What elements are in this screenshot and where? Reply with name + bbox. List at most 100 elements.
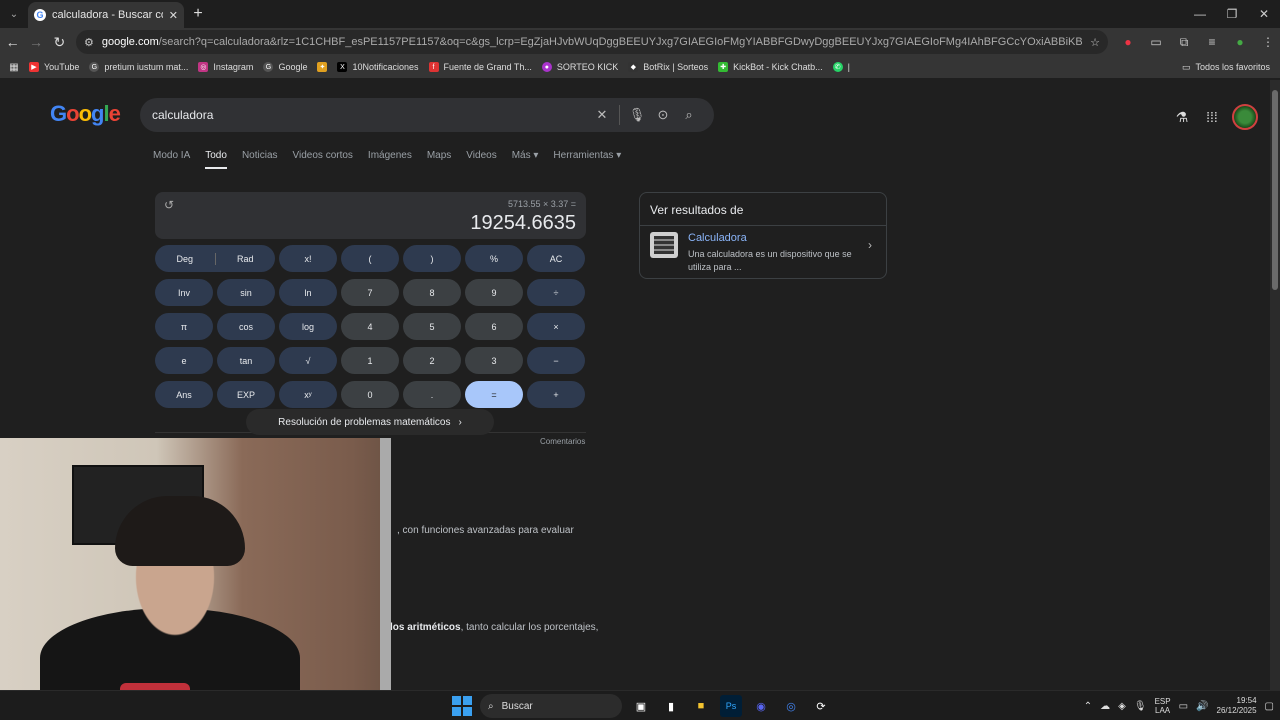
menu-icon[interactable]: ⋮ — [1256, 30, 1280, 54]
notification-icon[interactable]: ▢ — [1265, 701, 1274, 712]
search-input[interactable]: calculadora — [152, 108, 589, 122]
math-help-button[interactable]: Resolución de problemas matemáticos › — [246, 409, 494, 435]
bookmark-unnamed[interactable]: ✦ — [312, 62, 332, 72]
google-logo[interactable]: Google — [50, 101, 121, 127]
log-button[interactable]: log — [279, 313, 337, 340]
tab-noticias[interactable]: Noticias — [242, 150, 278, 169]
volume-icon[interactable]: 🔊 — [1196, 701, 1208, 712]
app-icon[interactable]: ▮ — [660, 695, 682, 717]
digit-3-button[interactable]: 3 — [465, 347, 523, 374]
chrome-icon[interactable]: ◎ — [780, 695, 802, 717]
url-text[interactable]: google.com/search?q=calculadora&rlz=1C1C… — [102, 36, 1082, 48]
add-button[interactable]: + — [527, 381, 585, 408]
rad-button[interactable]: Rad — [216, 254, 276, 264]
bookmark-whatsapp[interactable]: ✆ | — [828, 62, 855, 72]
ans-button[interactable]: Ans — [155, 381, 213, 408]
windows-start-icon[interactable] — [452, 696, 472, 716]
reload-icon[interactable]: ↻ — [49, 30, 70, 54]
open-paren-button[interactable]: ( — [341, 245, 399, 272]
back-icon[interactable]: ← — [2, 30, 23, 54]
clear-icon[interactable]: ✕ — [589, 107, 615, 123]
digit-4-button[interactable]: 4 — [341, 313, 399, 340]
deg-rad-toggle[interactable]: Deg Rad — [155, 245, 275, 272]
tab-imagenes[interactable]: Imágenes — [368, 150, 412, 169]
history-icon[interactable]: ↺ — [164, 198, 174, 212]
sqrt-button[interactable]: √ — [279, 347, 337, 374]
apps-grid-icon[interactable]: ⁞⁞⁞ — [1202, 109, 1222, 125]
tab-maps[interactable]: Maps — [427, 150, 451, 169]
microphone-icon[interactable]: 🎙 — [624, 107, 650, 123]
digit-7-button[interactable]: 7 — [341, 279, 399, 306]
search-box[interactable]: calculadora ✕ 🎙 ⊙ ⌕ — [140, 98, 714, 132]
discord-icon[interactable]: ◉ — [750, 695, 772, 717]
bookmark-star-icon[interactable]: ☆ — [1090, 36, 1100, 49]
minimize-icon[interactable]: — — [1184, 0, 1216, 28]
address-bar[interactable]: ⚙ google.com/search?q=calculadora&rlz=1C… — [75, 30, 1108, 54]
pi-button[interactable]: π — [155, 313, 213, 340]
chevron-up-icon[interactable]: ⌃ — [1084, 701, 1092, 712]
all-bookmarks[interactable]: ▭ Todos los favoritos — [1182, 56, 1270, 78]
search-icon[interactable]: ⌕ — [676, 107, 702, 123]
bookmark-sorteo-kick[interactable]: ● SORTEO KICK — [537, 62, 623, 72]
tray-app-icon[interactable]: ◈ — [1118, 701, 1126, 712]
avatar[interactable] — [1232, 104, 1258, 130]
tab-herramientas[interactable]: Herramientas ▾ — [553, 150, 621, 169]
language-indicator[interactable]: ESP LAA — [1155, 697, 1171, 715]
puzzle-icon[interactable]: ⧉ — [1172, 30, 1196, 54]
tab-search-icon[interactable]: ⌄ — [0, 0, 28, 28]
task-view-icon[interactable]: ▣ — [630, 695, 652, 717]
sin-button[interactable]: sin — [217, 279, 275, 306]
tab-modo-ia[interactable]: Modo IA — [153, 150, 190, 169]
equals-button[interactable]: = — [465, 381, 523, 408]
bookmark-kickbot[interactable]: ✚ KickBot - Kick Chatb... — [713, 62, 828, 72]
apps-icon[interactable]: ▦ — [4, 62, 24, 73]
restore-icon[interactable]: ❐ — [1216, 0, 1248, 28]
app-icon[interactable]: ⟳ — [810, 695, 832, 717]
new-tab-button[interactable]: + — [184, 5, 212, 23]
power-button[interactable]: xʸ — [279, 381, 337, 408]
bookmark-youtube[interactable]: ▶ YouTube — [24, 62, 84, 72]
labs-icon[interactable]: ⚗ — [1172, 109, 1192, 126]
bookmark-x[interactable]: X 10Notificaciones — [332, 62, 423, 72]
photoshop-icon[interactable]: Ps — [720, 695, 742, 717]
tab-videos[interactable]: Videos — [466, 150, 496, 169]
lens-icon[interactable]: ⊙ — [650, 107, 676, 123]
extension-icon[interactable]: ● — [1116, 30, 1140, 54]
ln-button[interactable]: ln — [279, 279, 337, 306]
inv-button[interactable]: Inv — [155, 279, 213, 306]
tab-mas[interactable]: Más ▾ — [512, 150, 539, 169]
profile-icon[interactable]: ● — [1228, 30, 1252, 54]
subtract-button[interactable]: − — [527, 347, 585, 374]
exp-button[interactable]: EXP — [217, 381, 275, 408]
tab-videos-cortos[interactable]: Videos cortos — [293, 150, 353, 169]
browser-tab[interactable]: G calculadora - Buscar con Google ✕ — [28, 2, 184, 28]
clear-button[interactable]: AC — [527, 245, 585, 272]
clock[interactable]: 19:54 26/12/2025 — [1217, 696, 1257, 716]
digit-2-button[interactable]: 2 — [403, 347, 461, 374]
digit-8-button[interactable]: 8 — [403, 279, 461, 306]
digit-0-button[interactable]: 0 — [341, 381, 399, 408]
forward-icon[interactable]: → — [25, 30, 46, 54]
factorial-button[interactable]: x! — [279, 245, 337, 272]
taskbar-search[interactable]: ⌕ Buscar — [480, 694, 622, 718]
tab-todo[interactable]: Todo — [205, 150, 227, 169]
bookmark-fuente[interactable]: f Fuente de Grand Th... — [424, 62, 537, 72]
close-paren-button[interactable]: ) — [403, 245, 461, 272]
e-button[interactable]: e — [155, 347, 213, 374]
card-title[interactable]: Calculadora — [688, 232, 876, 244]
deg-button[interactable]: Deg — [155, 254, 215, 264]
page-scrollbar[interactable] — [1270, 80, 1280, 690]
onedrive-icon[interactable]: ☁ — [1100, 701, 1110, 712]
extension-icon[interactable]: ▭ — [1144, 30, 1168, 54]
digit-9-button[interactable]: 9 — [465, 279, 523, 306]
digit-5-button[interactable]: 5 — [403, 313, 461, 340]
divide-button[interactable]: ÷ — [527, 279, 585, 306]
percent-button[interactable]: % — [465, 245, 523, 272]
close-window-icon[interactable]: ✕ — [1248, 0, 1280, 28]
digit-1-button[interactable]: 1 — [341, 347, 399, 374]
card-result-calculadora[interactable]: Calculadora Una calculadora es un dispos… — [640, 226, 886, 274]
feedback-link[interactable]: Comentarios — [540, 437, 585, 446]
network-icon[interactable]: ▭ — [1179, 701, 1188, 712]
scroll-thumb[interactable] — [1272, 90, 1278, 290]
cos-button[interactable]: cos — [217, 313, 275, 340]
